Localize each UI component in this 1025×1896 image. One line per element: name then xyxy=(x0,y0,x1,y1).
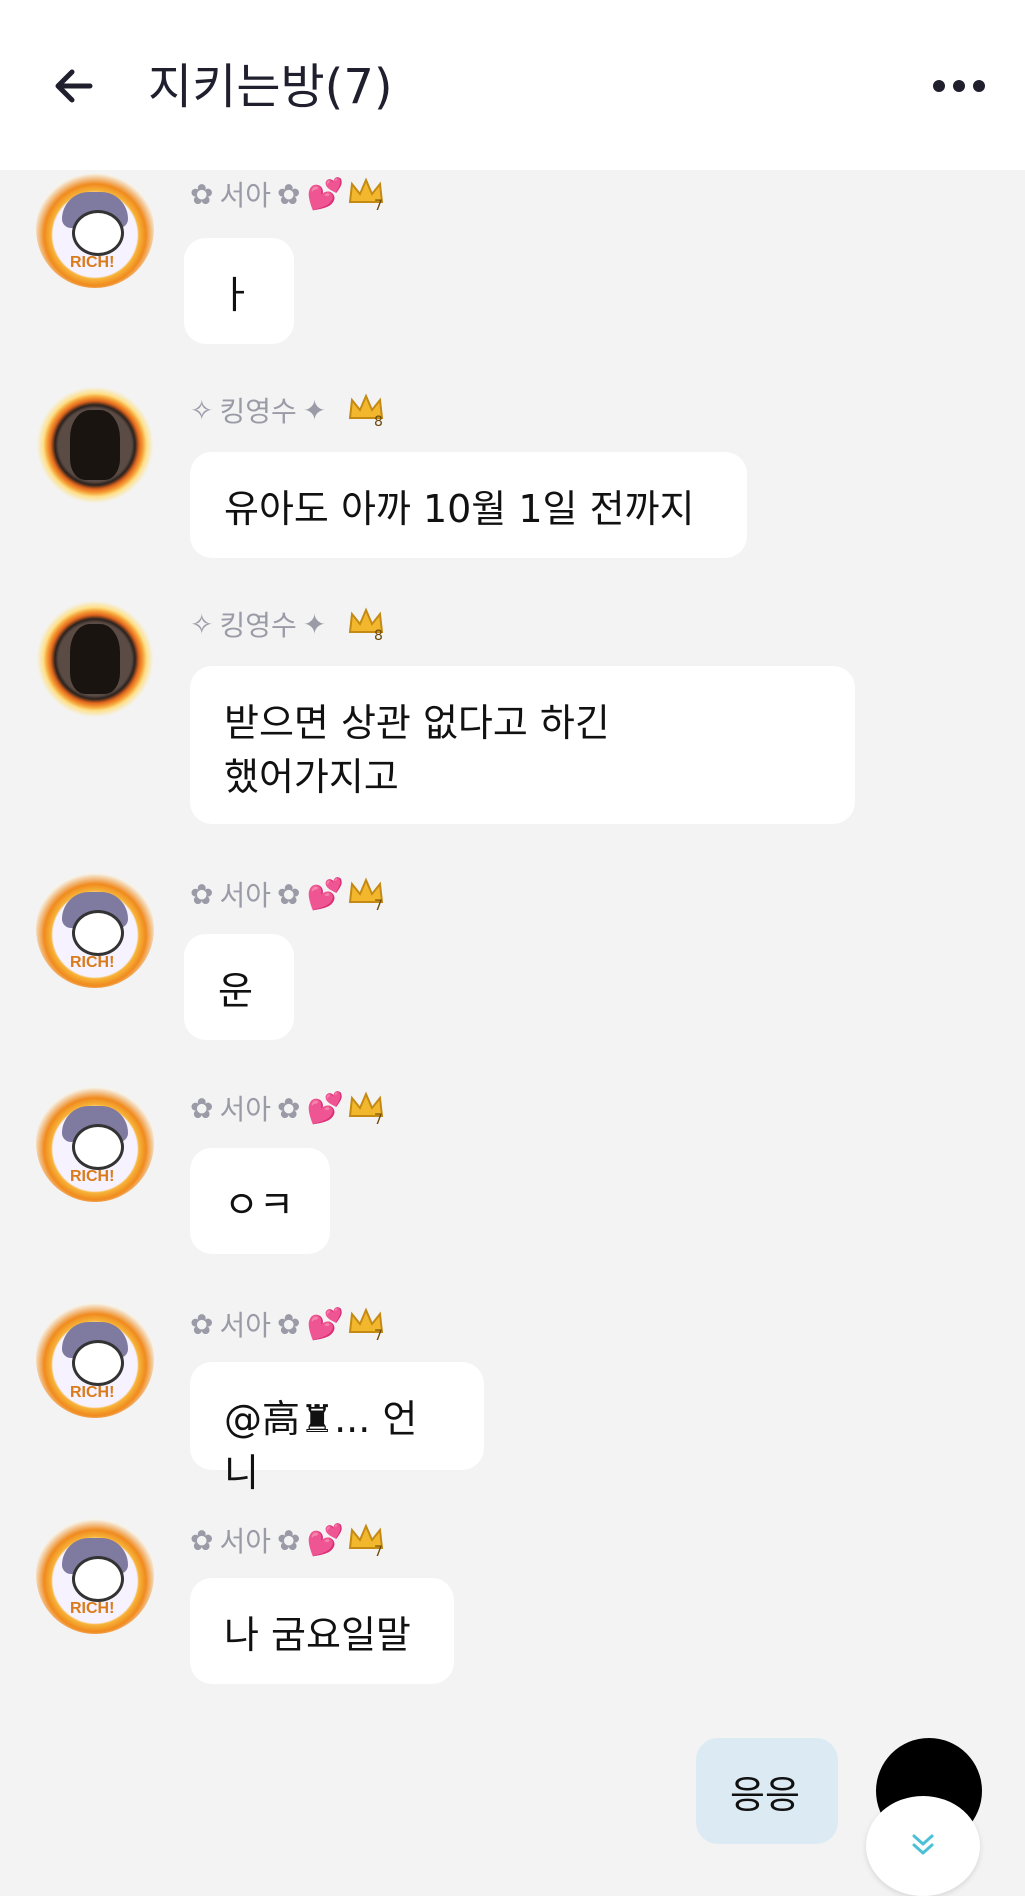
avatar[interactable]: RICH! xyxy=(36,1084,154,1202)
heart-icon: 💕 xyxy=(306,176,344,212)
more-dots-icon xyxy=(933,80,985,92)
flower-icon: ✿ xyxy=(277,877,301,911)
flower-icon: ✿ xyxy=(277,1307,301,1341)
avatar-silhouette xyxy=(70,410,120,480)
crown-icon: 8 xyxy=(348,607,384,642)
avatar[interactable] xyxy=(36,600,154,718)
sender-nickname[interactable]: ✿ 서아 ✿ 💕 xyxy=(190,1518,344,1562)
message-text-line: 했어가지고 xyxy=(224,755,399,799)
arrow-left-icon xyxy=(55,69,93,103)
avatar-face xyxy=(72,1124,124,1170)
crown-icon: 7 xyxy=(348,1091,384,1126)
crown-icon: 7 xyxy=(348,877,384,912)
svg-text:7: 7 xyxy=(374,898,383,912)
avatar-face xyxy=(72,910,124,956)
message-text: 나 굼요일말 xyxy=(224,1613,411,1657)
crown-icon: 7 xyxy=(348,1307,384,1342)
message-text: ㅏ xyxy=(218,273,253,317)
sender-nickname[interactable]: ✿ 서아 ✿ 💕 xyxy=(190,872,344,916)
message-text: 응응 xyxy=(730,1773,800,1817)
flower-icon: ✿ xyxy=(190,1523,214,1557)
scroll-to-bottom-button[interactable] xyxy=(866,1796,980,1896)
svg-text:7: 7 xyxy=(374,1112,383,1126)
outgoing-message-bubble[interactable]: 응응 xyxy=(696,1738,838,1844)
avatar-badge: RICH! xyxy=(70,1168,115,1185)
flower-icon: ✿ xyxy=(190,177,214,211)
svg-text:7: 7 xyxy=(374,198,383,212)
star-icon: ✦ xyxy=(302,393,327,427)
star-icon: ✦ xyxy=(302,607,327,641)
heart-icon: 💕 xyxy=(306,1306,344,1342)
avatar-badge: RICH! xyxy=(70,1600,115,1617)
avatar-face xyxy=(72,210,124,256)
crown-icon: 7 xyxy=(348,177,384,212)
avatar-face xyxy=(72,1556,124,1602)
back-button[interactable] xyxy=(48,60,100,112)
crown-icon: 7 xyxy=(348,1523,384,1558)
star-icon: ✧ xyxy=(190,393,214,427)
sender-nickname[interactable]: ✧ 킹영수 ✦ xyxy=(190,388,326,432)
flower-icon: ✿ xyxy=(277,177,301,211)
chat-room-title: 지키는방(7) xyxy=(148,59,393,115)
message-bubble[interactable]: ㅇㅋ xyxy=(190,1148,330,1254)
flower-icon: ✿ xyxy=(277,1523,301,1557)
avatar-badge: RICH! xyxy=(70,954,115,971)
avatar-badge: RICH! xyxy=(70,1384,115,1401)
message-bubble[interactable]: 유아도 아까 10월 1일 전까지 xyxy=(190,452,747,558)
heart-icon: 💕 xyxy=(306,876,344,912)
sender-nickname[interactable]: ✿ 서아 ✿ 💕 xyxy=(190,172,344,216)
avatar[interactable]: RICH! xyxy=(36,1516,154,1634)
flower-icon: ✿ xyxy=(190,1091,214,1125)
sender-nickname[interactable]: ✿ 서아 ✿ 💕 xyxy=(190,1086,344,1130)
avatar-badge: RICH! xyxy=(70,254,115,271)
message-text: @高♜... 언니 xyxy=(224,1397,418,1495)
chat-header: 지키는방(7) xyxy=(0,0,1025,170)
message-bubble[interactable]: @高♜... 언니 xyxy=(190,1362,484,1495)
avatar[interactable]: RICH! xyxy=(36,870,154,988)
heart-icon: 💕 xyxy=(306,1090,344,1126)
sender-nickname[interactable]: ✧ 킹영수 ✦ xyxy=(190,602,326,646)
avatar[interactable]: RICH! xyxy=(36,1300,154,1418)
message-bubble[interactable]: ㅏ xyxy=(184,238,294,344)
message-bubble[interactable]: 받으면 상관 없다고 하긴 했어가지고 xyxy=(190,666,855,824)
svg-text:8: 8 xyxy=(374,414,383,428)
more-options-button[interactable] xyxy=(929,62,989,110)
crown-icon: 8 xyxy=(348,393,384,428)
svg-text:8: 8 xyxy=(374,628,383,642)
flower-icon: ✿ xyxy=(190,1307,214,1341)
message-text: 유아도 아까 10월 1일 전까지 xyxy=(224,487,695,531)
double-chevron-down-icon xyxy=(912,1834,934,1855)
avatar[interactable]: RICH! xyxy=(36,170,154,288)
message-bubble[interactable]: 나 굼요일말 xyxy=(190,1578,454,1684)
heart-icon: 💕 xyxy=(306,1522,344,1558)
svg-text:7: 7 xyxy=(374,1328,383,1342)
message-text-line: 받으면 상관 없다고 하긴 xyxy=(224,701,610,745)
flower-icon: ✿ xyxy=(190,877,214,911)
avatar-silhouette xyxy=(70,624,120,694)
avatar[interactable] xyxy=(36,386,154,504)
flower-icon: ✿ xyxy=(277,1091,301,1125)
svg-text:7: 7 xyxy=(374,1544,383,1558)
message-text: ㅇㅋ xyxy=(224,1183,294,1227)
star-icon: ✧ xyxy=(190,607,214,641)
sender-nickname[interactable]: ✿ 서아 ✿ 💕 xyxy=(190,1302,344,1346)
avatar-face xyxy=(72,1340,124,1386)
message-text: 운 xyxy=(218,969,253,1013)
message-bubble[interactable]: 운 xyxy=(184,934,294,1040)
